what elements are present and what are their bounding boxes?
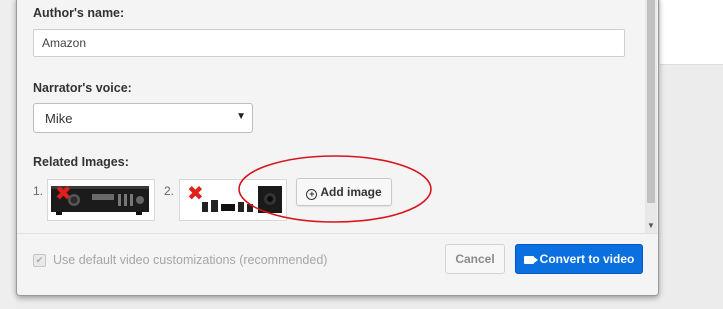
- related-images-label: Related Images:: [33, 155, 129, 169]
- image-index-2: 2.: [164, 184, 175, 198]
- default-customizations-checkbox[interactable]: ✔: [33, 254, 46, 267]
- annotation-ellipse: [238, 155, 432, 223]
- convert-to-video-button[interactable]: Convert to video: [515, 244, 643, 274]
- author-name-label: Author's name:: [33, 6, 125, 20]
- image-index-1: 1.: [33, 184, 44, 198]
- dialog-scrollbar[interactable]: ▼: [645, 0, 657, 233]
- narrator-voice-value: Mike: [45, 111, 73, 126]
- cancel-button[interactable]: Cancel: [445, 244, 505, 274]
- page-background-divider: [660, 64, 723, 65]
- author-name-input[interactable]: Amazon: [33, 29, 625, 57]
- default-customizations-label: Use default video customizations (recomm…: [53, 253, 328, 267]
- page-background-header: [660, 0, 723, 64]
- related-image-1[interactable]: ✖: [47, 179, 155, 221]
- scrollbar-thumb[interactable]: [647, 0, 655, 203]
- dropdown-arrow-icon: ▼: [236, 111, 246, 122]
- red-x-icon[interactable]: ✖: [187, 183, 204, 203]
- dialog-scroll-area: Author's name: Amazon Narrator's voice: …: [17, 0, 645, 233]
- red-x-icon[interactable]: ✖: [55, 183, 72, 203]
- scroll-down-arrow-icon[interactable]: ▼: [647, 221, 655, 230]
- narrator-voice-label: Narrator's voice:: [33, 81, 132, 95]
- convert-video-dialog: Author's name: Amazon Narrator's voice: …: [16, 0, 659, 296]
- dialog-footer: ✔ Use default video customizations (reco…: [17, 233, 658, 295]
- narrator-voice-select[interactable]: Mike ▼: [33, 103, 253, 133]
- video-camera-icon: [523, 256, 538, 264]
- convert-to-video-label: Convert to video: [539, 252, 635, 266]
- page-background-left: [0, 0, 16, 309]
